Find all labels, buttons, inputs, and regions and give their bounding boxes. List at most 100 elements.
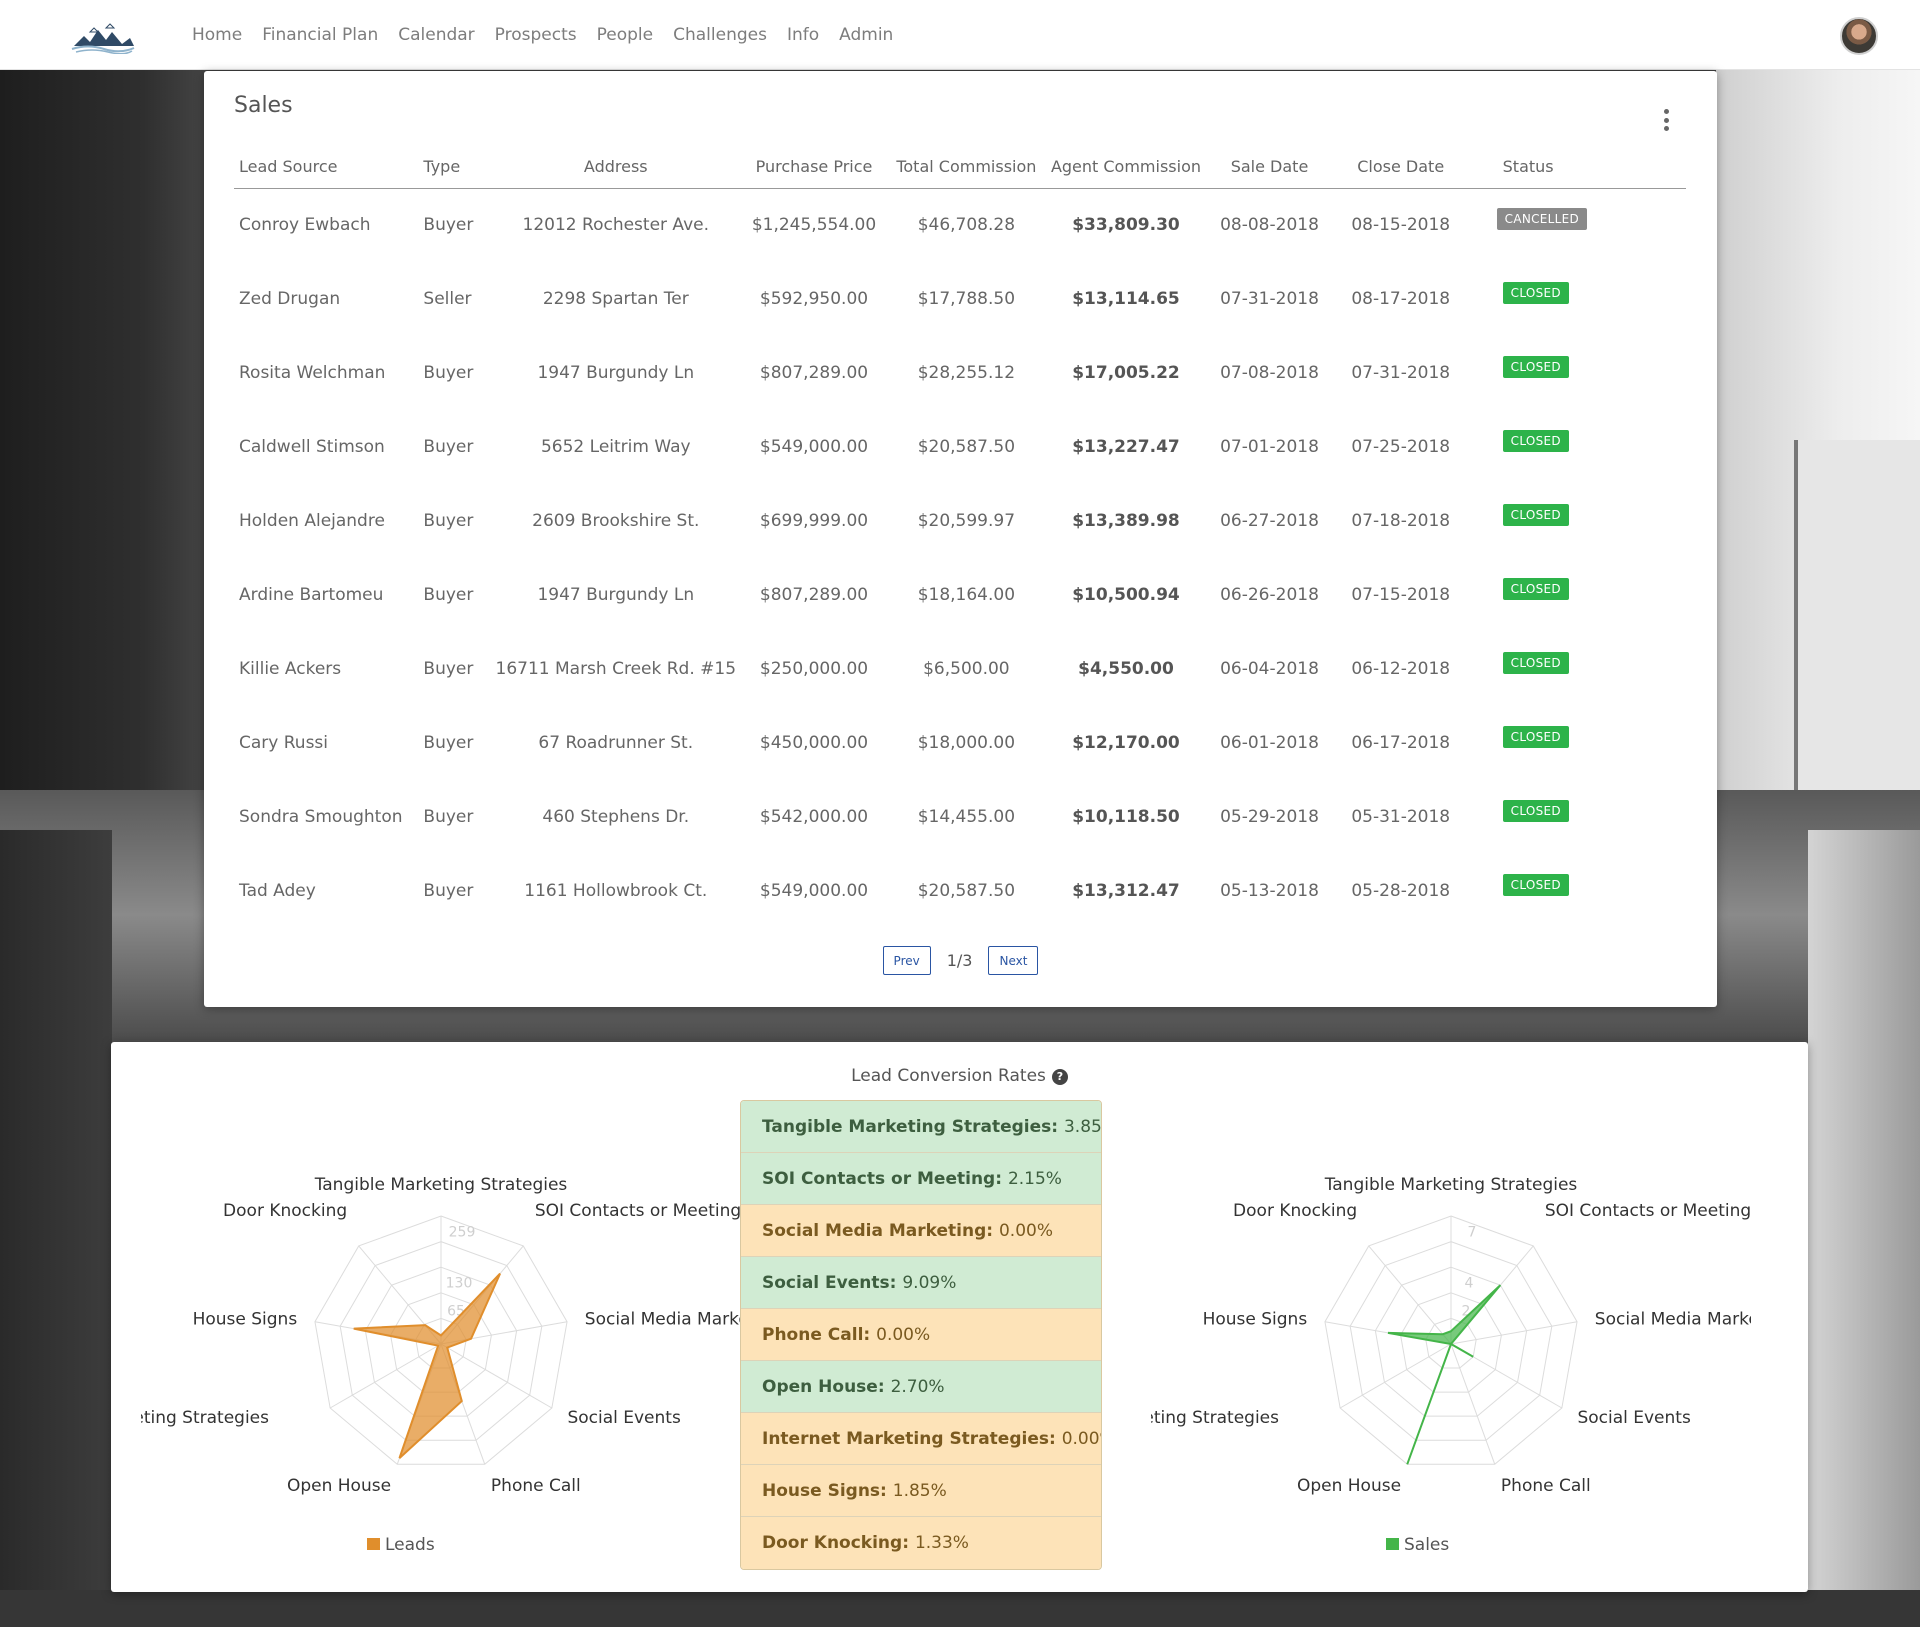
conversion-rate-value: 0.00% bbox=[1061, 1429, 1101, 1449]
purchase-price-cell: $699,999.00 bbox=[759, 511, 869, 531]
table-row[interactable]: Tad Adey Buyer 1161 Hollowbrook Ct. $549,00… bbox=[234, 854, 1686, 928]
column-header-purchase-price[interactable]: Purchase Price bbox=[740, 146, 888, 189]
type-cell: Buyer bbox=[423, 511, 474, 531]
nav-info[interactable]: Info bbox=[787, 25, 819, 45]
column-header-status[interactable]: Status bbox=[1469, 146, 1686, 189]
column-header-close-date[interactable]: Close Date bbox=[1331, 146, 1470, 189]
question-circle-icon[interactable]: ? bbox=[1051, 1069, 1068, 1085]
more-options-icon[interactable] bbox=[1656, 109, 1676, 131]
column-header-sale-date[interactable]: Sale Date bbox=[1207, 146, 1332, 189]
nav-people[interactable]: People bbox=[597, 25, 653, 45]
nav-prospects[interactable]: Prospects bbox=[495, 25, 577, 45]
status-cell: CLOSED bbox=[1470, 706, 1686, 780]
nav-challenges[interactable]: Challenges bbox=[673, 25, 767, 45]
sale-date-cell: 05-29-2018 bbox=[1220, 807, 1319, 827]
status-cell: CANCELLED bbox=[1470, 188, 1686, 262]
type-cell: Buyer bbox=[423, 437, 474, 457]
prev-page-button[interactable]: Prev bbox=[882, 946, 931, 975]
agent-commission-cell: $13,114.65 bbox=[1072, 289, 1180, 309]
sales-radar-chart: 2 4 7 Tangible Marketing Strategies SOI Cont… bbox=[1117, 1122, 1792, 1592]
lead-source-cell: Tad Adey bbox=[239, 881, 316, 901]
total-commission-cell: $20,587.50 bbox=[917, 437, 1016, 457]
table-row[interactable]: Caldwell Stimson Buyer 5652 Leitrim Way $54… bbox=[234, 410, 1686, 484]
address-cell: 1161 Hollowbrook Ct. bbox=[524, 881, 708, 901]
purchase-price-cell: $549,000.00 bbox=[759, 437, 869, 457]
nav-admin[interactable]: Admin bbox=[839, 25, 893, 45]
conversion-rate-item: Social Media Marketing: 0.00% bbox=[741, 1205, 1101, 1257]
conversion-rate-item: Open House: 2.70% bbox=[741, 1361, 1101, 1413]
close-date-cell: 07-31-2018 bbox=[1351, 363, 1451, 383]
agent-commission-cell: $33,809.30 bbox=[1072, 215, 1180, 236]
type-cell: Buyer bbox=[423, 363, 474, 383]
total-commission-cell: $18,164.00 bbox=[917, 585, 1016, 605]
nav-home[interactable]: Home bbox=[192, 25, 242, 45]
column-header-total-commission[interactable]: Total Commission bbox=[887, 146, 1045, 189]
radar-category-label: Social Events bbox=[567, 1408, 681, 1428]
table-row[interactable]: Sondra Smoughton Buyer 460 Stephens Dr. $54… bbox=[234, 780, 1686, 854]
conversion-rate-name: Phone Call bbox=[762, 1325, 864, 1345]
lead-conversion-card: Lead Conversion Rates? 65 130 259 Tangible … bbox=[111, 1042, 1808, 1592]
total-commission-cell: $14,455.00 bbox=[917, 807, 1016, 827]
conversion-rate-name: SOI Contacts or Meeting bbox=[762, 1169, 996, 1189]
main-nav: Home Financial Plan Calendar Prospects P… bbox=[192, 0, 913, 70]
radar-category-label: arketing Strategies bbox=[1151, 1408, 1279, 1428]
column-header-address[interactable]: Address bbox=[491, 146, 741, 189]
radar-category-label: Tangible Marketing Strategies bbox=[1324, 1175, 1578, 1195]
column-header-agent-commission[interactable]: Agent Commission bbox=[1044, 146, 1208, 189]
table-row[interactable]: Rosita Welchman Buyer 1947 Burgundy Ln $807… bbox=[234, 336, 1686, 410]
lead-source-cell: Holden Alejandre bbox=[239, 511, 385, 531]
conversion-rate-name: House Signs bbox=[762, 1481, 881, 1501]
table-row[interactable]: Zed Drugan Seller 2298 Spartan Ter $592,950… bbox=[234, 262, 1686, 336]
lead-source-cell: Cary Russi bbox=[239, 733, 329, 753]
radar-spoke bbox=[1450, 1321, 1578, 1345]
nav-financial-plan[interactable]: Financial Plan bbox=[262, 25, 378, 45]
radar-category-label: SOI Contacts or Meeting bbox=[1545, 1201, 1751, 1221]
type-cell: Buyer bbox=[423, 733, 474, 753]
purchase-price-cell: $592,950.00 bbox=[759, 289, 869, 309]
table-row[interactable]: Conroy Ewbach Buyer 12012 Rochester Ave. $1… bbox=[234, 188, 1686, 262]
conversion-rate-value: 2.15% bbox=[1007, 1169, 1062, 1189]
column-header-lead-source[interactable]: Lead Source bbox=[234, 146, 419, 189]
address-cell: 12012 Rochester Ave. bbox=[522, 215, 709, 236]
lead-source-cell: Conroy Ewbach bbox=[239, 215, 371, 236]
radar-spoke bbox=[1368, 1245, 1452, 1345]
conversion-rate-value: 1.33% bbox=[914, 1533, 969, 1553]
total-commission-cell: $18,000.00 bbox=[917, 733, 1016, 753]
logo-icon[interactable] bbox=[70, 20, 136, 54]
close-date-cell: 05-31-2018 bbox=[1351, 807, 1451, 827]
status-cell: CLOSED bbox=[1470, 484, 1686, 558]
conversion-rate-value: 2.70% bbox=[890, 1377, 945, 1397]
status-cell: CLOSED bbox=[1470, 410, 1686, 484]
sale-date-cell: 06-04-2018 bbox=[1220, 659, 1319, 679]
leads-legend[interactable]: Leads bbox=[367, 1535, 435, 1555]
next-page-button[interactable]: Next bbox=[988, 946, 1039, 975]
status-badge: CLOSED bbox=[1502, 430, 1569, 452]
agent-commission-cell: $4,550.00 bbox=[1078, 659, 1174, 679]
radar-series-area[interactable] bbox=[1387, 1284, 1502, 1465]
radar-spoke bbox=[1450, 1343, 1496, 1465]
lead-conversion-title: Lead Conversion Rates? bbox=[111, 1066, 1808, 1086]
sales-legend[interactable]: Sales bbox=[1386, 1535, 1449, 1555]
lead-conversion-title-text: Lead Conversion Rates bbox=[851, 1066, 1046, 1086]
sales-table-header: Lead Source Type Address Purchase Price … bbox=[234, 146, 1686, 189]
column-header-type[interactable]: Type bbox=[418, 146, 492, 189]
table-row[interactable]: Cary Russi Buyer 67 Roadrunner St. $450,000… bbox=[234, 706, 1686, 780]
radar-category-label: Open House bbox=[1297, 1476, 1401, 1496]
table-row[interactable]: Killie Ackers Buyer 16711 Marsh Creek Rd. … bbox=[234, 632, 1686, 706]
table-row[interactable]: Holden Alejandre Buyer 2609 Brookshire St.… bbox=[234, 484, 1686, 558]
leads-legend-label: Leads bbox=[385, 1535, 435, 1555]
table-row[interactable]: Ardine Bartomeu Buyer 1947 Burgundy Ln $807… bbox=[234, 558, 1686, 632]
user-avatar[interactable] bbox=[1840, 17, 1878, 55]
agent-commission-cell: $17,005.22 bbox=[1072, 363, 1180, 383]
status-cell: CLOSED bbox=[1470, 854, 1686, 928]
nav-calendar[interactable]: Calendar bbox=[398, 25, 474, 45]
conversion-rate-item: SOI Contacts or Meeting: 2.15% bbox=[741, 1153, 1101, 1205]
radar-category-label: Door Knocking bbox=[1233, 1201, 1357, 1221]
lead-source-cell: Killie Ackers bbox=[239, 659, 342, 679]
sales-table-body: Conroy Ewbach Buyer 12012 Rochester Ave. $1… bbox=[234, 188, 1686, 928]
sale-date-cell: 06-01-2018 bbox=[1220, 733, 1319, 753]
radar-category-label: Phone Call bbox=[1501, 1476, 1591, 1496]
leads-radar-chart: 65 130 259 Tangible Marketing Strategies SOI… bbox=[133, 1122, 781, 1592]
sales-card: Sales Lead Source Type Address Purchase … bbox=[204, 71, 1717, 1007]
total-commission-cell: $20,599.97 bbox=[917, 511, 1016, 531]
